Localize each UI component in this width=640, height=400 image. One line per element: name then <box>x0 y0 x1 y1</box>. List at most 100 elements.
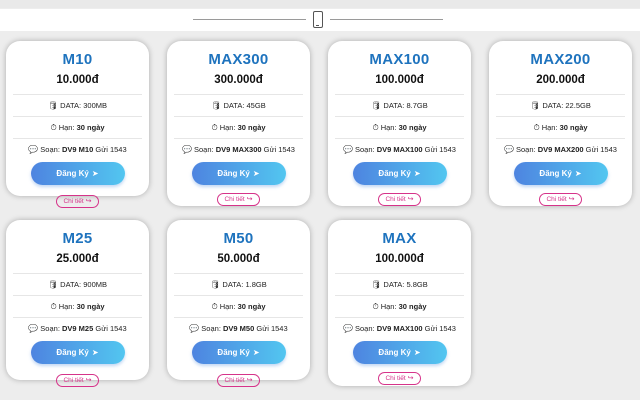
share-icon: ↪ <box>85 377 92 384</box>
detail-link[interactable]: Chi tiết ↪ <box>217 374 260 387</box>
database-icon: 🛢 <box>211 101 222 110</box>
plan-price: 100.000đ <box>375 74 424 86</box>
divider-line-right <box>330 19 443 20</box>
register-button[interactable]: Đăng Ký ➤ <box>352 162 447 185</box>
register-label: Đăng Ký <box>217 169 250 178</box>
sms-suffix: Gửi 1543 <box>424 145 456 154</box>
data-value: 8.7GB <box>406 101 428 110</box>
plan-data-row: 🛢 DATA: 900MB <box>13 273 142 295</box>
duration-value: 30 ngày <box>76 302 105 311</box>
register-label: Đăng Ký <box>217 348 250 357</box>
duration-label: Hạn: <box>58 123 75 132</box>
divider-line-left <box>193 19 306 20</box>
detail-label: Chi tiết <box>63 198 84 205</box>
database-icon: 🛢 <box>371 101 382 110</box>
send-arrow-icon: ➤ <box>413 348 421 357</box>
plan-name: M10 <box>62 51 93 68</box>
detail-link[interactable]: Chi tiết ↪ <box>217 193 260 206</box>
data-value: 22.5GB <box>565 101 591 110</box>
plan-price: 50.000đ <box>217 253 260 265</box>
register-button[interactable]: Đăng Ký ➤ <box>352 341 447 364</box>
data-label: DATA: <box>223 101 245 110</box>
sms-label: Soạn: <box>355 324 375 333</box>
register-label: Đăng Ký <box>378 169 411 178</box>
plan-data-row: 🛢 DATA: 8.7GB <box>335 94 464 116</box>
register-button[interactable]: Đăng Ký ➤ <box>191 341 286 364</box>
duration-value: 30 ngày <box>237 302 266 311</box>
data-value: 1.8GB <box>245 280 267 289</box>
plan-sms-row: 💬 Soạn: DV9 M10 Gửi 1543 <box>13 138 142 160</box>
plan-data-row: 🛢 DATA: 1.8GB <box>174 273 303 295</box>
send-arrow-icon: ➤ <box>252 169 260 178</box>
register-label: Đăng Ký <box>539 169 572 178</box>
plan-duration-row: ⏱ Hạn: 30 ngày <box>13 116 142 138</box>
sms-suffix: Gửi 1543 <box>95 145 127 154</box>
plan-card: MAX100 100.000đ 🛢 DATA: 8.7GB ⏱ Hạn: 30 ng… <box>328 41 471 206</box>
data-label: DATA: <box>222 280 244 289</box>
duration-label: Hạn: <box>380 302 397 311</box>
data-label: DATA: <box>383 280 405 289</box>
share-icon: ↪ <box>246 196 253 203</box>
plan-sms-row: 💬 Soạn: DV9 MAX100 Gửi 1543 <box>335 138 464 160</box>
message-icon: 💬 <box>343 324 353 333</box>
sms-suffix: Gửi 1543 <box>585 145 617 154</box>
duration-label: Hạn: <box>58 302 75 311</box>
duration-value: 30 ngày <box>237 123 266 132</box>
sms-code: DV9 MAX200 <box>537 145 584 154</box>
plan-data-row: 🛢 DATA: 5.8GB <box>335 273 464 295</box>
plan-sms-row: 💬 Soạn: DV9 M25 Gửi 1543 <box>13 317 142 339</box>
data-label: DATA: <box>60 101 82 110</box>
sms-label: Soạn: <box>40 145 60 154</box>
send-arrow-icon: ➤ <box>413 169 421 178</box>
plan-card: MAX300 300.000đ 🛢 DATA: 45GB ⏱ Hạn: 30 ngà… <box>167 41 310 206</box>
detail-link[interactable]: Chi tiết ↪ <box>56 374 99 387</box>
sms-code: DV9 MAX100 <box>376 145 423 154</box>
register-button[interactable]: Đăng Ký ➤ <box>513 162 608 185</box>
register-label: Đăng Ký <box>378 348 411 357</box>
clock-icon: ⏱ <box>50 302 57 311</box>
plan-data-row: 🛢 DATA: 22.5GB <box>496 94 625 116</box>
duration-value: 30 ngày <box>398 123 427 132</box>
send-arrow-icon: ➤ <box>574 169 582 178</box>
share-icon: ↪ <box>407 196 414 203</box>
database-icon: 🛢 <box>48 280 59 289</box>
detail-label: Chi tiết <box>224 377 245 384</box>
plan-sms-row: 💬 Soạn: DV9 MAX300 Gửi 1543 <box>174 138 303 160</box>
sms-label: Soạn: <box>355 145 375 154</box>
clock-icon: ⏱ <box>372 302 379 311</box>
plan-price: 25.000đ <box>56 253 99 265</box>
register-button[interactable]: Đăng Ký ➤ <box>30 341 125 364</box>
plan-name: MAX <box>382 230 417 247</box>
plan-price: 100.000đ <box>375 253 424 265</box>
data-label: DATA: <box>383 101 405 110</box>
plan-data-row: 🛢 DATA: 300MB <box>13 94 142 116</box>
plan-duration-row: ⏱ Hạn: 30 ngày <box>496 116 625 138</box>
plan-name: MAX300 <box>208 51 269 68</box>
register-button[interactable]: Đăng Ký ➤ <box>30 162 125 185</box>
plan-card: M50 50.000đ 🛢 DATA: 1.8GB ⏱ Hạn: 30 ngày 💬… <box>167 220 310 387</box>
data-value: 5.8GB <box>406 280 428 289</box>
mobile-phone-icon <box>313 11 323 28</box>
plan-card: MAX 100.000đ 🛢 DATA: 5.8GB ⏱ Hạn: 30 ngày … <box>328 220 471 386</box>
data-value: 45GB <box>246 101 266 110</box>
send-arrow-icon: ➤ <box>252 348 260 357</box>
detail-link[interactable]: Chi tiết ↪ <box>378 372 421 385</box>
message-icon: 💬 <box>504 145 514 154</box>
data-value: 900MB <box>83 280 107 289</box>
register-button[interactable]: Đăng Ký ➤ <box>191 162 286 185</box>
detail-link[interactable]: Chi tiết ↪ <box>539 193 582 206</box>
database-icon: 🛢 <box>530 101 541 110</box>
message-icon: 💬 <box>28 324 39 333</box>
detail-link[interactable]: Chi tiết ↪ <box>378 193 421 206</box>
message-icon: 💬 <box>189 324 200 333</box>
plan-card: M10 10.000đ 🛢 DATA: 300MB ⏱ Hạn: 30 ngày 💬… <box>6 41 149 208</box>
duration-value: 30 ngày <box>398 302 427 311</box>
database-icon: 🛢 <box>210 280 221 289</box>
detail-link[interactable]: Chi tiết ↪ <box>56 195 99 208</box>
clock-icon: ⏱ <box>533 123 540 132</box>
database-icon: 🛢 <box>371 280 382 289</box>
plan-name: MAX100 <box>369 51 430 68</box>
duration-value: 30 ngày <box>559 123 588 132</box>
plan-name: M50 <box>223 230 254 247</box>
sms-code: DV9 M25 <box>62 324 94 333</box>
